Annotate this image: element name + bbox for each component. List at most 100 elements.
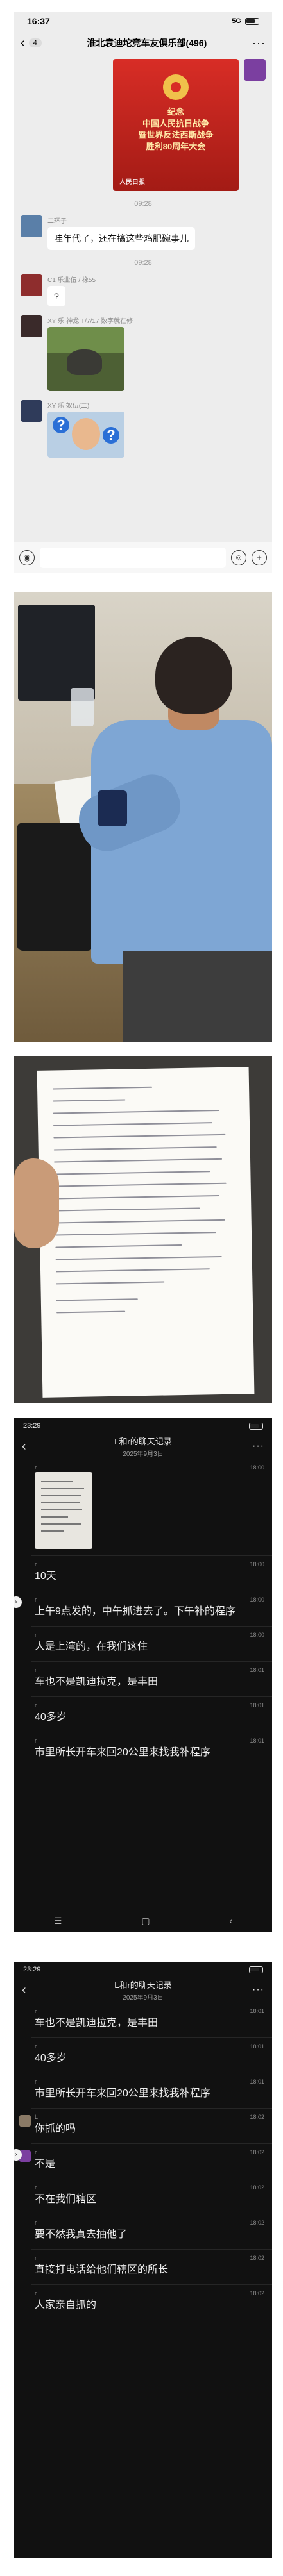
officer-head	[155, 637, 232, 714]
message-row-poster: 纪念 中国人民抗日战争 暨世界反法西斯战争 胜利80周年大会 人民日报	[14, 59, 272, 191]
avatar[interactable]	[21, 400, 42, 422]
message-time: 18:02	[250, 2184, 264, 2191]
voice-icon[interactable]: ◉	[19, 549, 35, 565]
poster-line: 胜利80周年大会	[146, 142, 206, 151]
black-bag	[17, 823, 94, 951]
chat-title: 淮北袁迪坨竞车友俱乐部(496)	[87, 38, 207, 48]
more-icon[interactable]: ···	[249, 1984, 264, 1996]
sender-label: r	[35, 2220, 37, 2226]
record-row: r 不在我们辖区 18:02	[14, 2184, 272, 2207]
poster-line: 暨世界反法西斯战争	[138, 130, 214, 140]
back-icon[interactable]: ‹	[22, 1439, 37, 1454]
record-message: 不是	[35, 2159, 56, 2170]
back-icon[interactable]: ‹	[22, 1983, 37, 1998]
record-row: › r 不是 18:02	[14, 2149, 272, 2172]
message-time: 18:01	[250, 1667, 264, 1673]
record-message: 市里所长开车来回20公里来找我补程序	[35, 1747, 210, 1758]
sender-label: r	[35, 2255, 37, 2261]
hand	[14, 1158, 59, 1248]
back-icon[interactable]: ‹	[21, 36, 25, 51]
battery-icon	[245, 17, 259, 25]
office-photo	[14, 592, 272, 1042]
record-row: › r 上午9点发的，中午抓进去了。下午补的程序 18:00	[14, 1596, 272, 1619]
status-time: 16:37	[27, 16, 50, 26]
question-mark-icon: ?	[103, 427, 119, 444]
home-nav-icon[interactable]: ▢	[141, 1916, 150, 1927]
menu-nav-icon[interactable]: ☰	[54, 1916, 62, 1927]
water-cup	[71, 688, 94, 726]
record-message: 10天	[35, 1571, 56, 1582]
back-nav-icon[interactable]: ‹	[229, 1916, 232, 1926]
record-row: r 直接打电话给他们辖区的所长 18:02	[14, 2255, 272, 2278]
more-icon[interactable]: ···	[252, 37, 266, 50]
avatar[interactable]	[21, 274, 42, 296]
record-message: 直接打电话给他们辖区的所长	[35, 2264, 169, 2275]
document-thumbnail[interactable]	[35, 1472, 92, 1549]
status-time: 23:29	[23, 1422, 41, 1430]
message-time: 18:02	[250, 2220, 264, 2226]
shoulder-patch	[98, 790, 127, 826]
record-row: r 车也不是凯迪拉克，是丰田 18:01	[14, 1667, 272, 1690]
record-date: 2025年9月3日	[123, 1451, 164, 1458]
message-time: 18:02	[250, 2149, 264, 2155]
input-bar: ◉ ☺ +	[14, 542, 272, 573]
record-header: ‹ L和r的聊天记录 2025年9月3日 ···	[14, 1434, 272, 1459]
record-message: 40多岁	[35, 2053, 67, 2064]
plus-icon[interactable]: +	[252, 549, 267, 565]
message-time: 18:01	[250, 2043, 264, 2050]
monitor	[18, 605, 95, 701]
message-bubble[interactable]: ?	[47, 286, 65, 306]
message-row: C1 乐业伍 / 橡55 ?	[14, 274, 272, 306]
message-row: 二环子 哇年代了，还在搞这些鸡肥碗事儿	[14, 215, 272, 250]
sender-label: r	[35, 1702, 37, 1709]
message-time: 18:02	[250, 2114, 264, 2120]
timestamp: 09:28	[134, 259, 152, 267]
more-icon[interactable]: ···	[249, 1441, 264, 1452]
message-input[interactable]	[40, 547, 226, 568]
record-message: 车也不是凯迪拉克，是丰田	[35, 1677, 159, 1687]
sender-nick: 二环子	[47, 218, 67, 225]
record-message: 车也不是凯迪拉克，是丰田	[35, 2018, 159, 2028]
record-message: 40多岁	[35, 1712, 67, 1723]
poster-image[interactable]: 纪念 中国人民抗日战争 暨世界反法西斯战争 胜利80周年大会 人民日报	[113, 59, 239, 191]
side-handle-icon[interactable]: ›	[14, 1596, 22, 1608]
emoji-icon[interactable]: ☺	[231, 549, 246, 565]
battery-icon	[249, 1966, 263, 1973]
record-row: r 市里所长开车来回20公里来找我补程序 18:01	[14, 2078, 272, 2102]
record-message: 你抓的吗	[35, 2123, 76, 2134]
chat-header: ‹ 4 淮北袁迪坨竞车友俱乐部(496) ···	[14, 31, 272, 55]
message-time: 18:01	[250, 2008, 264, 2014]
poster-source: 人民日报	[119, 179, 145, 186]
sender-nick: XY 乐 奴伍(二)	[47, 403, 90, 410]
sender-label: r	[35, 1561, 37, 1568]
record-row: r 车也不是凯迪拉克，是丰田 18:01	[14, 2008, 272, 2031]
buffalo-photo[interactable]	[47, 327, 124, 391]
record-row: r 40多岁 18:01	[14, 2043, 272, 2066]
message-time: 18:01	[250, 1737, 264, 1744]
avatar[interactable]	[21, 215, 42, 237]
message-time: 18:02	[250, 2255, 264, 2261]
sender-label: L	[35, 2114, 39, 2120]
chat-record-screenshot-2: 23:29 ‹ L和r的聊天记录 2025年9月3日 ··· r 车也不是凯迪拉…	[14, 1962, 272, 2558]
sender-nick: XY 乐·神龙 T/7/17 数字就在修	[47, 318, 133, 325]
record-message: 人是上湾的，在我们这住	[35, 1641, 148, 1652]
unread-badge[interactable]: 4	[28, 38, 42, 47]
avatar[interactable]	[21, 315, 42, 337]
child-photo[interactable]: ? ?	[47, 412, 124, 458]
record-row: L 你抓的吗 18:02	[14, 2114, 272, 2137]
message-bubble[interactable]: 哇年代了，还在搞这些鸡肥碗事儿	[47, 227, 195, 250]
sender-label: r	[35, 1596, 37, 1603]
record-header: ‹ L和r的聊天记录 2025年9月3日 ···	[14, 1977, 272, 2003]
poster-line: 纪念	[167, 107, 184, 117]
record-row: r 人家亲自抓的 18:02	[14, 2290, 272, 2313]
avatar[interactable]	[244, 59, 266, 81]
system-nav-bar: ☰ ▢ ‹	[14, 1910, 272, 1932]
message-time: 18:00	[250, 1632, 264, 1638]
record-row: r 人是上湾的，在我们这住 18:00	[14, 1632, 272, 1655]
handwritten-document-photo	[14, 1056, 272, 1403]
sender-label: r	[35, 1737, 37, 1744]
record-row: r 要不然我真去抽他了 18:02	[14, 2220, 272, 2243]
record-message: 市里所长开车来回20公里来找我补程序	[35, 2088, 210, 2099]
record-row: r 10天 18:00	[14, 1561, 272, 1584]
record-title: L和r的聊天记录	[114, 1980, 172, 1990]
